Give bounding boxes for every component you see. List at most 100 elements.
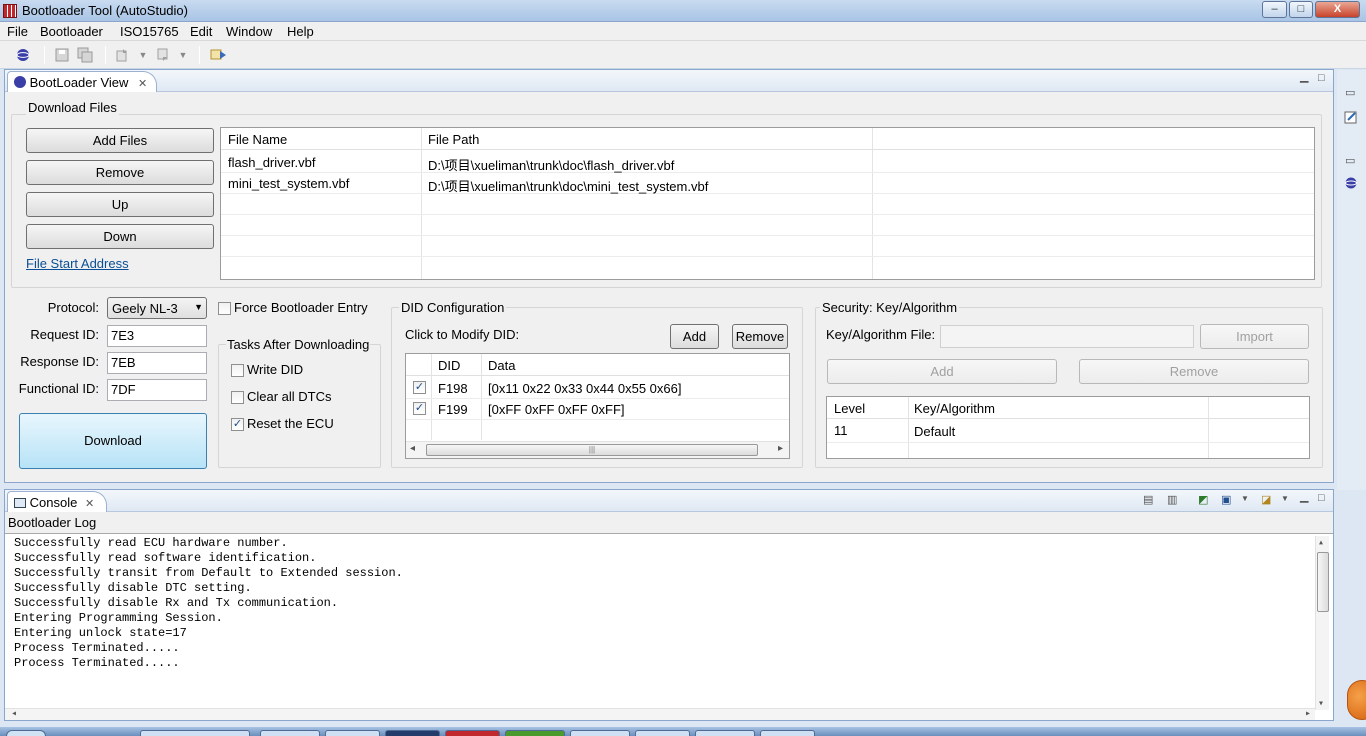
previous-edit-icon[interactable] <box>115 47 131 63</box>
restore-icon[interactable]: ▭ <box>1345 154 1355 167</box>
minimize-view-icon[interactable]: ▁ <box>1300 490 1308 503</box>
horizontal-scrollbar[interactable]: ◂ ||| ▸ <box>406 441 789 458</box>
maximize-button[interactable]: □ <box>1289 1 1313 18</box>
table-row-did[interactable]: F198 <box>438 381 468 396</box>
add-files-button[interactable]: Add Files <box>26 128 214 153</box>
request-id-input[interactable]: 7E3 <box>107 325 207 347</box>
scroll-right-icon[interactable]: ▸ <box>778 443 783 454</box>
tab-bootloader-view[interactable]: BootLoader View ✕ <box>7 71 157 93</box>
remove-key-button[interactable]: Remove <box>1079 359 1309 384</box>
pin-console-icon[interactable]: ◩ <box>1198 493 1208 506</box>
remove-did-button[interactable]: Remove <box>732 324 788 349</box>
scroll-right-icon[interactable]: ▸ <box>1305 707 1311 722</box>
scroll-thumb[interactable] <box>1317 552 1329 612</box>
taskbar-item[interactable] <box>325 730 380 736</box>
column-header-level[interactable]: Level <box>834 401 865 416</box>
start-button[interactable] <box>6 730 46 736</box>
console-log-text[interactable]: Successfully read ECU hardware number. Su… <box>5 533 1333 720</box>
taskbar-item[interactable] <box>260 730 320 736</box>
table-row-file-path[interactable]: D:\项目\xueliman\trunk\doc\flash_driver.vb… <box>428 155 674 174</box>
column-header-file-name[interactable]: File Name <box>228 132 287 147</box>
did-row-checkbox[interactable]: ✓ <box>413 402 426 415</box>
menu-edit[interactable]: Edit <box>190 24 212 39</box>
tab-console[interactable]: Console ✕ <box>7 491 107 513</box>
taskbar-item[interactable] <box>445 730 500 736</box>
table-row-data[interactable]: [0x11 0x22 0x33 0x44 0x55 0x66] <box>488 381 681 396</box>
key-algorithm-file-input[interactable] <box>940 325 1194 348</box>
download-button[interactable]: Download <box>19 413 207 469</box>
column-header-file-path[interactable]: File Path <box>428 132 479 147</box>
file-start-address-link[interactable]: File Start Address <box>26 256 129 271</box>
last-edit-location-icon[interactable] <box>209 47 226 63</box>
scroll-up-icon[interactable]: ▴ <box>1318 536 1324 551</box>
table-row-level[interactable]: 11 <box>834 423 848 438</box>
horizontal-scrollbar[interactable]: ◂ ▸ <box>5 708 1315 720</box>
chevron-down-icon[interactable]: ▼ <box>135 47 151 63</box>
close-icon[interactable]: ✕ <box>85 498 94 510</box>
column-header-key-algorithm[interactable]: Key/Algorithm <box>914 401 995 416</box>
scroll-down-icon[interactable]: ▾ <box>1318 697 1324 712</box>
table-row-did[interactable]: F199 <box>438 402 468 417</box>
scroll-left-icon[interactable]: ◂ <box>410 443 415 454</box>
response-id-input[interactable]: 7EB <box>107 352 207 374</box>
column-header-data[interactable]: Data <box>488 358 515 373</box>
table-row-file-name[interactable]: mini_test_system.vbf <box>228 176 349 191</box>
taskbar-item[interactable] <box>385 730 440 736</box>
menu-window[interactable]: Window <box>226 24 272 39</box>
save-all-icon[interactable] <box>77 47 93 63</box>
floating-assistant-icon[interactable] <box>1347 680 1366 720</box>
scroll-left-icon[interactable]: ◂ <box>11 707 17 722</box>
remove-file-button[interactable]: Remove <box>26 160 214 185</box>
menu-bootloader[interactable]: Bootloader <box>40 24 103 39</box>
taskbar-item[interactable] <box>760 730 815 736</box>
save-icon[interactable] <box>54 47 70 63</box>
move-up-button[interactable]: Up <box>26 192 214 217</box>
maximize-view-icon[interactable]: □ <box>1318 72 1325 84</box>
chevron-down-icon[interactable]: ▼ <box>175 47 191 63</box>
outline-view-icon[interactable] <box>1344 110 1358 127</box>
scroll-lock-icon[interactable]: ▥ <box>1167 493 1177 506</box>
did-row-checkbox[interactable]: ✓ <box>413 381 426 394</box>
table-row-key-algorithm[interactable]: Default <box>914 424 955 439</box>
protocol-select[interactable]: Geely NL-3 ▼ <box>107 297 207 319</box>
table-row-file-name[interactable]: flash_driver.vbf <box>228 155 315 170</box>
bootloader-view-icon[interactable] <box>1344 176 1358 193</box>
bootloader-icon[interactable] <box>15 47 31 63</box>
taskbar-item[interactable] <box>570 730 630 736</box>
chevron-down-icon[interactable]: ▼ <box>1281 494 1289 503</box>
menu-help[interactable]: Help <box>287 24 314 39</box>
force-bootloader-entry-checkbox[interactable] <box>218 302 231 315</box>
vertical-scrollbar[interactable]: ▴ ▾ <box>1315 536 1329 710</box>
clear-all-dtcs-checkbox[interactable] <box>231 391 244 404</box>
close-button[interactable]: X <box>1315 1 1360 18</box>
clear-all-dtcs-label[interactable]: Clear all DTCs <box>247 389 332 404</box>
taskbar-item[interactable] <box>695 730 755 736</box>
force-bootloader-entry-label[interactable]: Force Bootloader Entry <box>234 300 368 315</box>
maximize-view-icon[interactable]: □ <box>1318 492 1325 504</box>
write-did-checkbox[interactable] <box>231 364 244 377</box>
restore-icon[interactable]: ▭ <box>1345 86 1355 99</box>
add-key-button[interactable]: Add <box>827 359 1057 384</box>
write-did-label[interactable]: Write DID <box>247 362 303 377</box>
move-down-button[interactable]: Down <box>26 224 214 249</box>
minimize-button[interactable]: – <box>1262 1 1287 18</box>
table-row-file-path[interactable]: D:\项目\xueliman\trunk\doc\mini_test_syste… <box>428 176 708 195</box>
functional-id-input[interactable]: 7DF <box>107 379 207 401</box>
reset-ecu-label[interactable]: Reset the ECU <box>247 416 334 431</box>
reset-ecu-checkbox[interactable]: ✓ <box>231 418 244 431</box>
close-icon[interactable]: ✕ <box>138 78 147 90</box>
table-row-data[interactable]: [0xFF 0xFF 0xFF 0xFF] <box>488 402 625 417</box>
chevron-down-icon[interactable]: ▼ <box>1241 494 1249 503</box>
taskbar-item[interactable] <box>505 730 565 736</box>
taskbar-item[interactable] <box>140 730 250 736</box>
next-edit-icon[interactable] <box>155 47 171 63</box>
import-button[interactable]: Import <box>1200 324 1309 349</box>
scroll-thumb[interactable]: ||| <box>426 444 758 456</box>
menu-iso15765[interactable]: ISO15765 <box>120 24 179 39</box>
open-console-icon[interactable]: ◪ <box>1261 493 1271 506</box>
add-did-button[interactable]: Add <box>670 324 719 349</box>
column-header-did[interactable]: DID <box>438 358 460 373</box>
clear-console-icon[interactable]: ▤ <box>1143 493 1153 506</box>
display-console-icon[interactable]: ▣ <box>1221 493 1231 506</box>
minimize-view-icon[interactable]: ▁ <box>1300 70 1308 83</box>
